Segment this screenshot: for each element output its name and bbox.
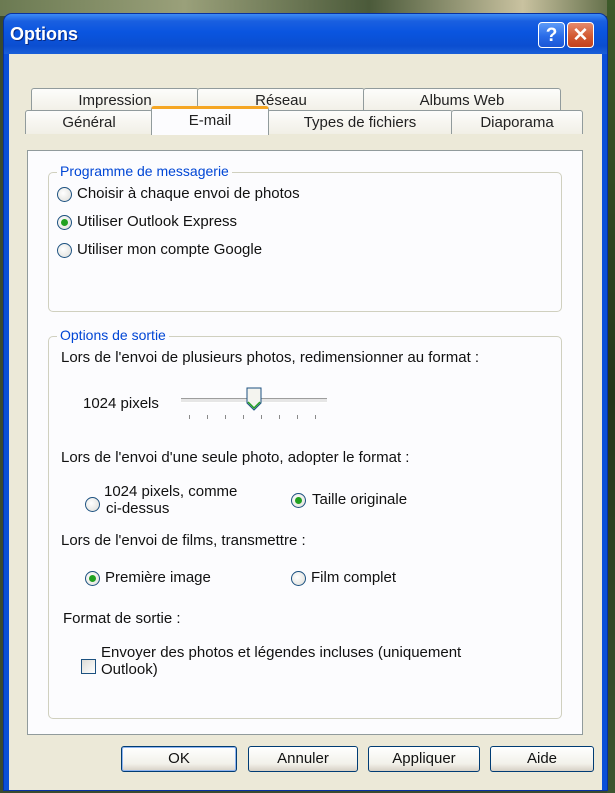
sortie-group-label: Options de sortie [57,327,169,343]
slider-tick [207,415,208,419]
close-icon[interactable]: ✕ [567,22,594,48]
desktop-background-edge [607,0,615,793]
slider-tick [315,415,316,419]
slider-tick [243,415,244,419]
multi-photo-label: Lors de l'envoi de plusieurs photos, red… [61,349,480,366]
tab-general[interactable]: Général [25,110,153,134]
radio-film-complet-label: Film complet [311,569,397,586]
radio-taille-originale-label: Taille originale [312,491,408,508]
dialog-client-area: Impression Réseau Albums Web Général E-m… [9,54,602,790]
radio-taille-originale[interactable] [291,493,306,508]
tab-albums-web[interactable]: Albums Web [363,88,561,112]
help-button[interactable]: Aide [490,746,594,772]
radio-google[interactable] [57,243,72,258]
radio-choisir-label: Choisir à chaque envoi de photos [77,185,300,202]
tab-diaporama[interactable]: Diaporama [451,110,583,134]
radio-selected-dot [61,219,68,226]
slider-tick [225,415,226,419]
radio-google-label: Utiliser mon compte Google [77,241,263,258]
slider-tick [189,415,190,419]
ok-button[interactable]: OK [121,746,237,772]
sortie-groupbox: Options de sortie Lors de l'envoi de plu… [48,327,562,719]
format-label: Format de sortie : [63,610,181,627]
radio-choisir[interactable] [57,187,72,202]
radio-1024-line1: 1024 pixels, comme [104,483,238,500]
radio-outlook-express-label: Utiliser Outlook Express [77,213,238,230]
radio-premiere-image-label: Première image [105,569,211,586]
single-photo-label: Lors de l'envoi d'une seule photo, adopt… [61,449,410,466]
size-slider[interactable] [181,387,327,427]
radio-1024-line2: ci-dessus [106,500,170,517]
checkbox-legendes-label: Envoyer des photos et légendes incluses … [101,644,461,678]
window-title: Options [10,24,78,44]
checkbox-line2: Outlook) [101,661,158,678]
radio-selected-dot [89,575,96,582]
radio-film-complet[interactable] [291,571,306,586]
email-tab-panel: Programme de messagerie Choisir à chaque… [27,150,583,735]
programme-group-label: Programme de messagerie [57,163,232,179]
checkbox-legendes[interactable] [81,659,96,674]
radio-1024-pixels-label: 1024 pixels, comme ci-dessus [104,483,237,517]
slider-tick [297,415,298,419]
tab-email[interactable]: E-mail [151,106,269,135]
tab-types-de-fichiers[interactable]: Types de fichiers [267,110,453,134]
title-bar[interactable]: Options ? ✕ [4,14,607,54]
slider-tick [279,415,280,419]
slider-tick [261,415,262,419]
cancel-button[interactable]: Annuler [248,746,358,772]
radio-outlook-express[interactable] [57,215,72,230]
films-label: Lors de l'envoi de films, transmettre : [61,532,306,549]
slider-thumb[interactable] [246,387,262,411]
checkbox-line1: Envoyer des photos et légendes incluses … [101,644,462,661]
programme-groupbox: Programme de messagerie Choisir à chaque… [48,163,562,312]
radio-premiere-image[interactable] [85,571,100,586]
apply-button[interactable]: Appliquer [368,746,480,772]
options-dialog: Options ? ✕ Impression Réseau Albums Web… [4,14,607,790]
radio-1024-pixels[interactable] [85,497,100,512]
help-icon[interactable]: ? [538,22,565,48]
slider-value-label: 1024 pixels [83,395,159,412]
radio-selected-dot [295,497,302,504]
